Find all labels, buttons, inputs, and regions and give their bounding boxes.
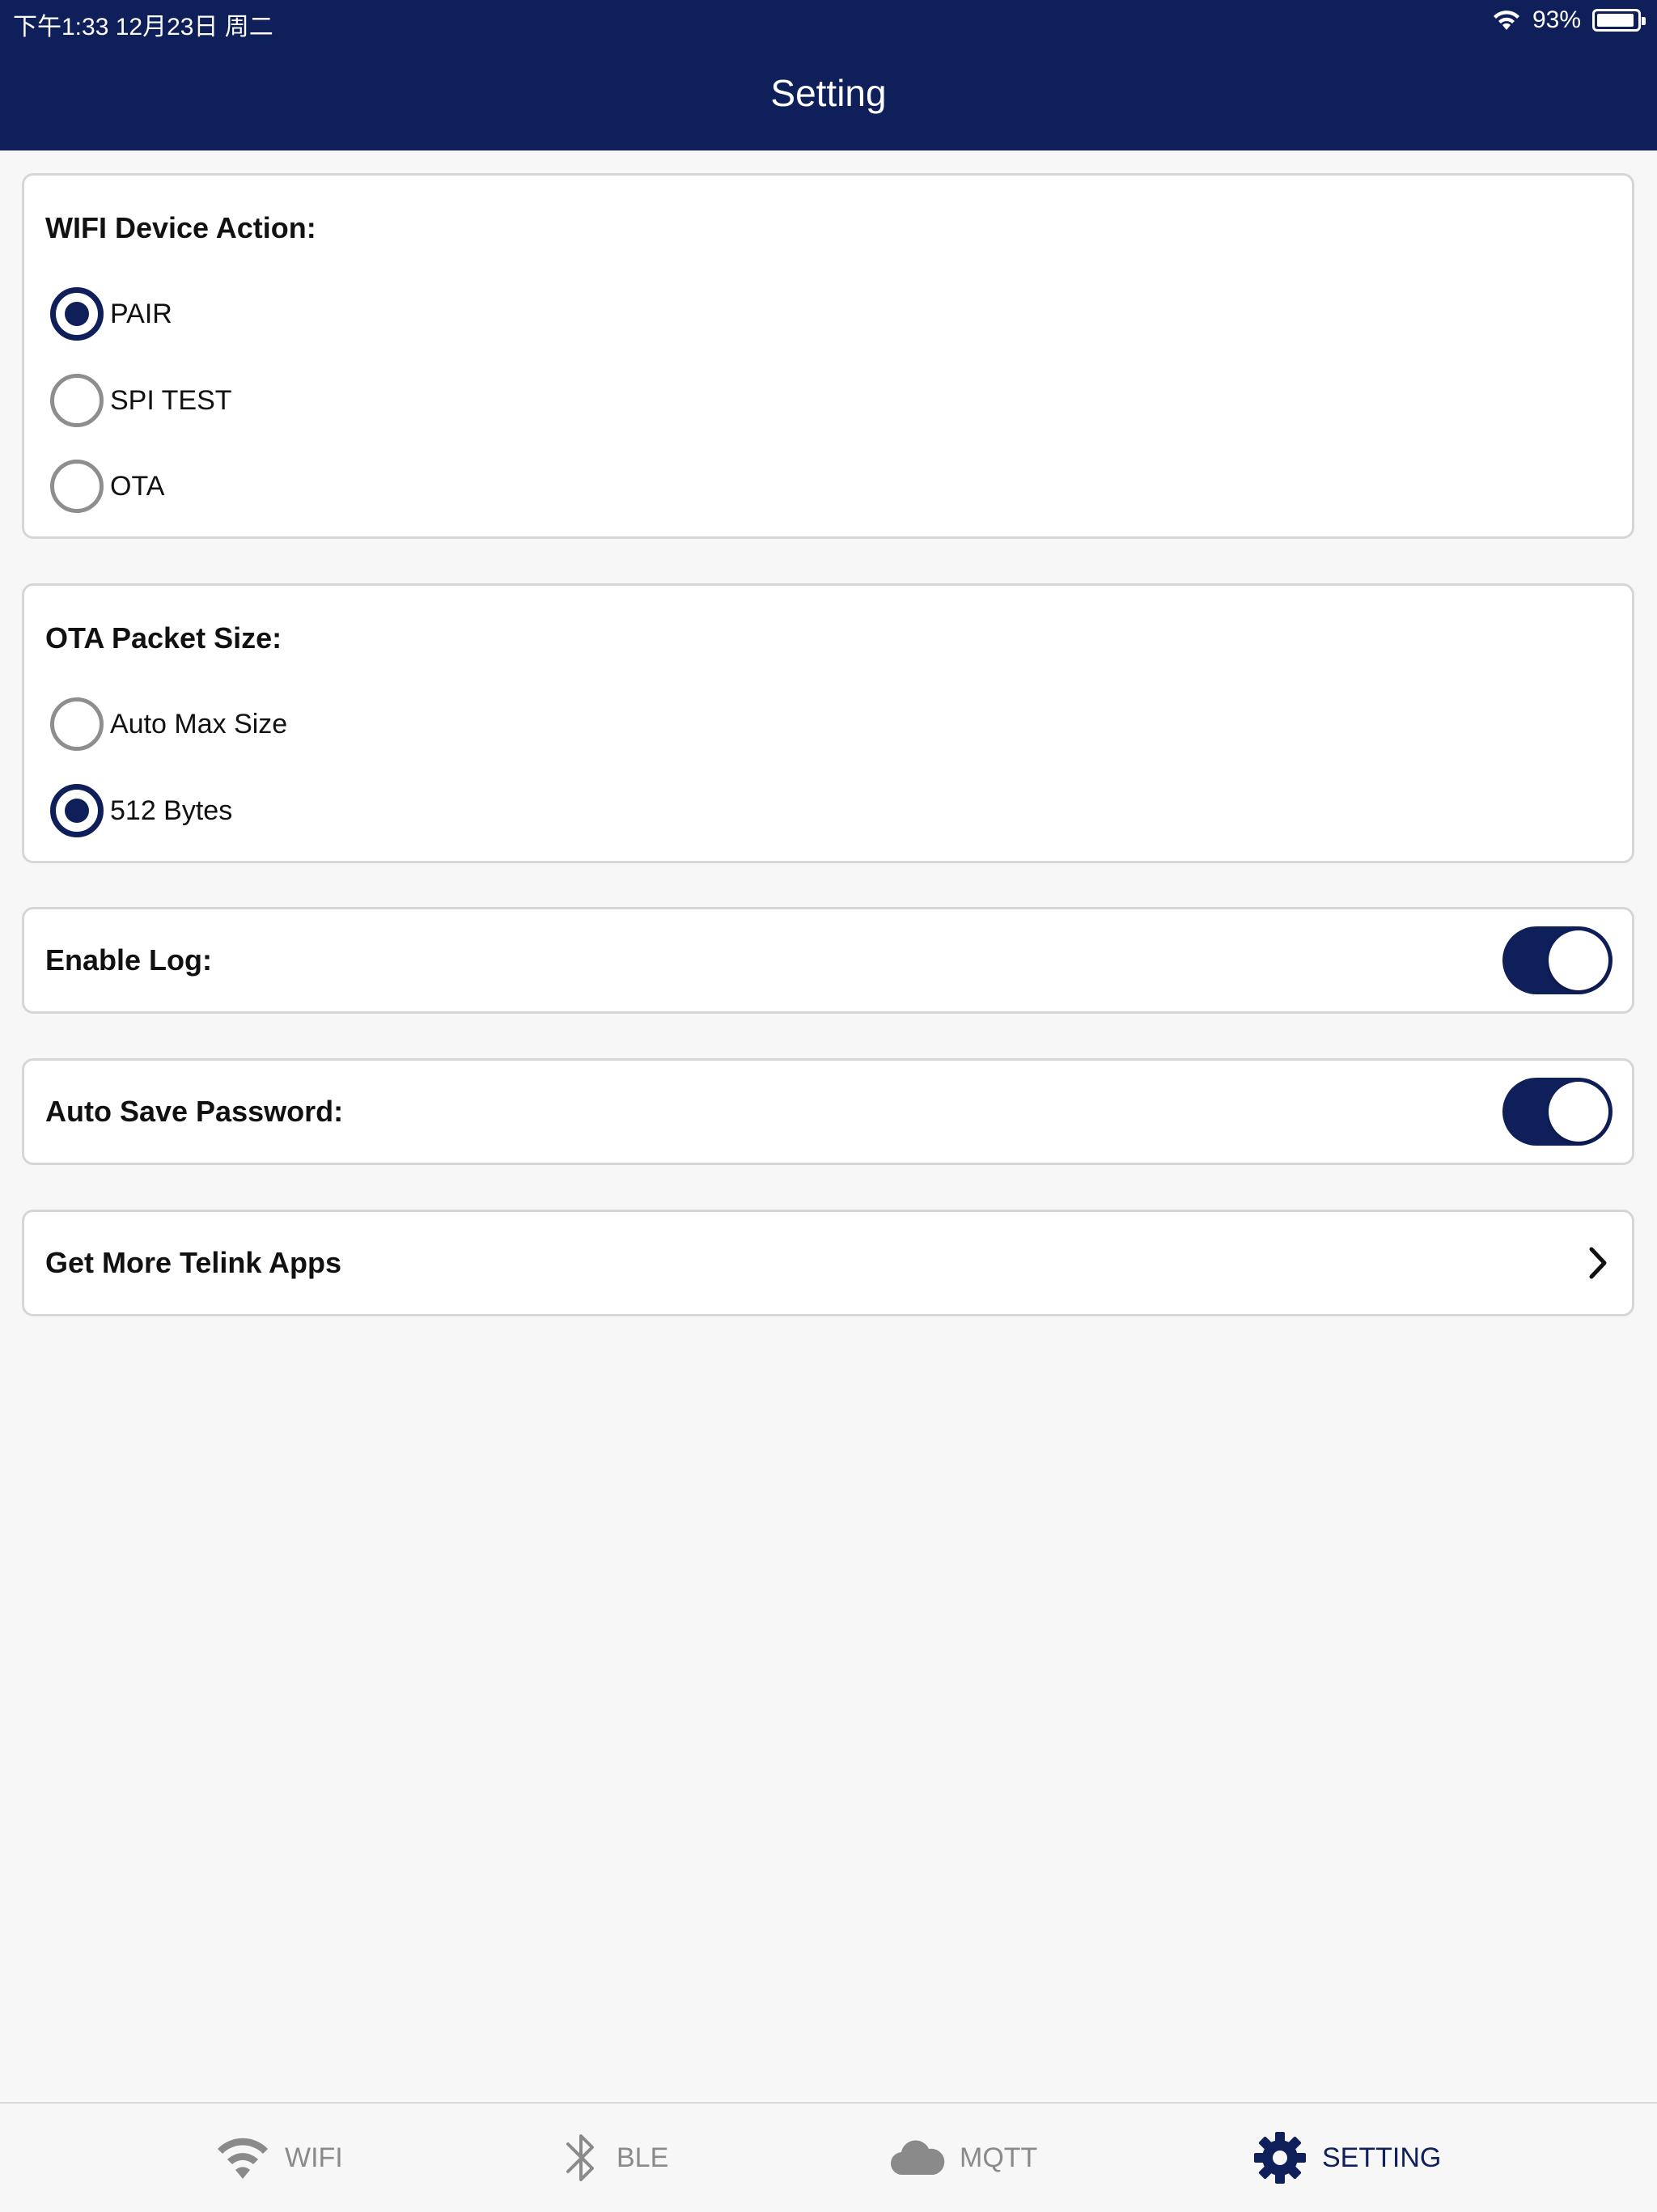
tab-label: WIFI	[285, 2142, 343, 2173]
tab-label: MQTT	[960, 2142, 1038, 2173]
status-indicators: 93%	[1492, 6, 1646, 34]
page-title: Setting	[770, 72, 887, 114]
radio-option-512-bytes[interactable]: 512 Bytes	[50, 782, 232, 839]
toggle-knob	[1549, 930, 1608, 990]
cloud-icon	[890, 2140, 945, 2176]
radio-option-auto-max-size[interactable]: Auto Max Size	[50, 696, 287, 752]
radio-label: OTA	[110, 470, 165, 502]
status-bar: 下午1:33 12月23日 周二 93%	[0, 0, 1657, 45]
get-more-apps-row[interactable]: Get More Telink Apps	[22, 1210, 1634, 1316]
radio-button[interactable]	[50, 287, 104, 341]
tab-bar: WIFI BLE MQTT SETTING	[0, 2102, 1657, 2210]
navigation-header: 下午1:33 12月23日 周二 93% Setting	[0, 0, 1657, 150]
chevron-right-icon	[1589, 1247, 1607, 1279]
radio-option-pair[interactable]: PAIR	[50, 286, 172, 342]
radio-label: SPI TEST	[110, 384, 232, 416]
tab-label: BLE	[617, 2142, 669, 2173]
auto-save-password-card: Auto Save Password:	[22, 1058, 1634, 1165]
auto-save-password-toggle[interactable]	[1502, 1078, 1613, 1146]
wifi-device-action-card: WIFI Device Action: PAIR SPI TEST OTA	[22, 173, 1634, 539]
radio-button[interactable]	[50, 460, 104, 513]
enable-log-toggle[interactable]	[1502, 926, 1613, 994]
radio-option-ota[interactable]: OTA	[50, 458, 164, 515]
get-more-apps-label: Get More Telink Apps	[45, 1246, 342, 1279]
enable-log-card: Enable Log:	[22, 907, 1634, 1014]
auto-save-password-label: Auto Save Password:	[45, 1095, 344, 1128]
status-time: 下午1:33 12月23日 周二	[13, 14, 273, 40]
wifi-icon	[218, 2138, 268, 2179]
battery-level	[1597, 14, 1634, 27]
radio-button[interactable]	[50, 374, 104, 427]
bluetooth-icon	[566, 2134, 594, 2181]
tab-mqtt[interactable]: MQTT	[890, 2104, 1037, 2212]
wifi-device-action-title: WIFI Device Action:	[45, 211, 316, 244]
tab-setting[interactable]: SETTING	[1252, 2104, 1441, 2212]
radio-button[interactable]	[50, 784, 104, 837]
enable-log-label: Enable Log:	[45, 943, 212, 977]
tab-ble[interactable]: BLE	[562, 2104, 668, 2212]
tab-wifi[interactable]: WIFI	[215, 2104, 343, 2212]
radio-label: PAIR	[110, 298, 172, 329]
ota-packet-size-card: OTA Packet Size: Auto Max Size 512 Bytes	[22, 583, 1634, 863]
radio-label: 512 Bytes	[110, 795, 233, 826]
radio-label: Auto Max Size	[110, 708, 288, 739]
battery-icon	[1592, 9, 1646, 32]
ota-packet-size-title: OTA Packet Size:	[45, 621, 282, 655]
tab-label: SETTING	[1322, 2142, 1442, 2173]
radio-option-spi-test[interactable]: SPI TEST	[50, 372, 232, 429]
wifi-signal-icon	[1493, 11, 1519, 30]
radio-button[interactable]	[50, 697, 104, 751]
toggle-knob	[1549, 1082, 1608, 1142]
gear-icon	[1254, 2132, 1306, 2184]
battery-percent: 93%	[1532, 6, 1581, 33]
